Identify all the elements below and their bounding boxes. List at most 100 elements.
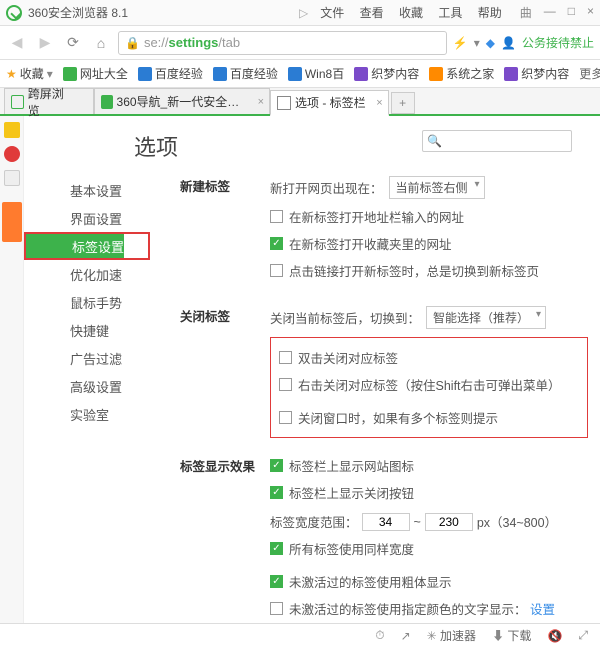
close-button[interactable]: ×	[587, 4, 594, 21]
flash-icon[interactable]: ⚡	[453, 36, 468, 50]
cb-multi-close-warn[interactable]	[279, 411, 292, 424]
site-icon	[213, 67, 227, 81]
skin-button[interactable]: 曲	[520, 4, 532, 21]
cb-label: 点击链接打开新标签时，总是切换到新标签页	[289, 261, 539, 280]
reload-button[interactable]: ⟳	[62, 32, 84, 54]
status-icon[interactable]: ⏱	[375, 628, 384, 643]
tab-icon	[277, 96, 291, 110]
bookmark-item[interactable]: 织梦内容	[504, 65, 569, 82]
nav-adblock[interactable]: 广告过滤	[24, 344, 150, 372]
minimize-button[interactable]: —	[544, 4, 556, 21]
tab-cross-screen[interactable]: 跨屏浏览	[4, 88, 94, 114]
nav-lab[interactable]: 实验室	[24, 400, 150, 428]
cb-show-closebtn[interactable]	[270, 486, 283, 499]
bookmark-item[interactable]: 网址大全	[63, 65, 128, 82]
menu-file[interactable]: 文件	[320, 6, 344, 20]
accelerator-button[interactable]: ✳ 加速器	[427, 627, 476, 644]
site-icon	[138, 67, 152, 81]
sidebar-app-icon[interactable]	[4, 170, 20, 186]
tab-close-icon[interactable]: ×	[376, 97, 382, 109]
cb-bold-inactive[interactable]	[270, 575, 283, 588]
tab-label: 选项 - 标签栏	[295, 94, 366, 111]
cb-label: 所有标签使用同样宽度	[289, 539, 414, 558]
close-switch-select[interactable]: 智能选择（推荐）	[426, 306, 546, 329]
cb-open-fav-newtab[interactable]	[270, 237, 283, 250]
cb-label: 未激活过的标签使用粗体显示	[289, 572, 452, 591]
address-bar[interactable]: 🔒 se://settings/tab	[118, 31, 447, 55]
addr-dropdown-icon[interactable]: ▾	[474, 36, 480, 50]
menu-view[interactable]: 查看	[360, 6, 384, 20]
tilde: ~	[414, 515, 421, 529]
nav-basic[interactable]: 基本设置	[24, 176, 150, 204]
tab-close-icon[interactable]: ×	[258, 96, 264, 108]
download-button[interactable]: ⬇ 下载	[492, 627, 531, 644]
cb-open-addr-newtab[interactable]	[270, 210, 283, 223]
bookmark-item[interactable]: 百度经验	[138, 65, 203, 82]
cb-label: 标签栏上显示网站图标	[289, 456, 414, 475]
nav-mouse[interactable]: 鼠标手势	[24, 288, 150, 316]
cb-same-width[interactable]	[270, 542, 283, 555]
menu-fav[interactable]: 收藏	[399, 6, 423, 20]
new-tab-position-label: 新打开网页出现在：	[270, 178, 383, 197]
nav-shortcut[interactable]: 快捷键	[24, 316, 150, 344]
menu-help[interactable]: 帮助	[478, 6, 502, 20]
app-logo-icon	[6, 5, 22, 21]
tab-width-min[interactable]	[362, 513, 410, 531]
tab-icon	[11, 95, 24, 109]
cb-label: 标签栏上显示关闭按钮	[289, 483, 414, 502]
nav-speedup[interactable]: 优化加速	[24, 260, 150, 288]
bookmarks-label[interactable]: ★收藏▾	[6, 65, 53, 82]
status-icon[interactable]: ↗	[401, 629, 411, 643]
cb-color-inactive[interactable]	[270, 602, 283, 615]
expand-icon[interactable]: ⤢	[578, 628, 588, 643]
home-button[interactable]: ⌂	[90, 32, 112, 54]
cb-dblclick-close[interactable]	[279, 351, 292, 364]
person-icon[interactable]: 👤	[501, 36, 516, 50]
back-button[interactable]: ◀	[6, 32, 28, 54]
cb-label: 在新标签打开地址栏输入的网址	[289, 207, 464, 226]
tab-width-max[interactable]	[425, 513, 473, 531]
maximize-button[interactable]: □	[568, 4, 575, 21]
tab-icon	[101, 95, 113, 109]
cb-label: 右击关闭对应标签（按住Shift右击可弹出菜单）	[298, 375, 561, 394]
sidebar-collapse[interactable]	[2, 202, 22, 242]
mute-icon[interactable]: 🔇	[547, 629, 562, 643]
sidebar-app-icon[interactable]	[4, 122, 20, 138]
cb-rightclick-close[interactable]	[279, 378, 292, 391]
site-icon	[354, 67, 368, 81]
bookmarks-more[interactable]: 更多 »	[579, 65, 600, 82]
new-tab-button[interactable]: +	[391, 92, 415, 114]
security-text[interactable]: 公务接待禁止	[522, 34, 594, 51]
set-color-link[interactable]: 设置	[530, 599, 555, 618]
cb-show-favicon[interactable]	[270, 459, 283, 472]
nav-advanced[interactable]: 高级设置	[24, 372, 150, 400]
cb-switch-newtab[interactable]	[270, 264, 283, 277]
close-options-highlight: 双击关闭对应标签 右击关闭对应标签（按住Shift右击可弹出菜单） 关闭窗口时，…	[270, 337, 588, 438]
menu-tools[interactable]: 工具	[438, 6, 462, 20]
url-host: settings	[169, 35, 219, 50]
nav-ui[interactable]: 界面设置	[24, 204, 150, 232]
url-path: /tab	[218, 35, 240, 50]
section-new-tab-title: 新建标签	[180, 176, 270, 288]
bookmark-item[interactable]: 系统之家	[429, 65, 494, 82]
nav-tab-settings[interactable]: 标签设置	[26, 234, 124, 258]
site-icon	[429, 67, 443, 81]
settings-nav: 基本设置 界面设置 标签设置 优化加速 鼠标手势 快捷键 广告过滤 高级设置 实…	[24, 116, 150, 623]
tab-width-label: 标签宽度范围：	[270, 512, 358, 531]
menu-caret-icon: ▷	[299, 6, 308, 20]
cb-label: 未激活过的标签使用指定颜色的文字显示：	[289, 599, 527, 618]
cb-label: 关闭窗口时，如果有多个标签则提示	[298, 408, 498, 427]
sidebar-app-icon[interactable]	[4, 146, 20, 162]
shield-icon[interactable]: ◆	[486, 36, 495, 50]
bookmark-item[interactable]: 百度经验	[213, 65, 278, 82]
new-tab-position-select[interactable]: 当前标签右侧	[389, 176, 485, 199]
bookmark-item[interactable]: 织梦内容	[354, 65, 419, 82]
app-title: 360安全浏览器 8.1	[28, 4, 128, 21]
bookmark-item[interactable]: Win8百	[288, 65, 344, 82]
forward-button[interactable]: ▶	[34, 32, 56, 54]
tab-label: 跨屏浏览	[28, 85, 71, 119]
tab-360nav[interactable]: 360导航_新一代安全上网导航 ×	[94, 88, 270, 114]
lock-icon: 🔒	[125, 36, 140, 50]
menu-bar: 文件 查看 收藏 工具 帮助	[314, 4, 507, 21]
tab-settings-tabbar[interactable]: 选项 - 标签栏 ×	[270, 90, 389, 116]
